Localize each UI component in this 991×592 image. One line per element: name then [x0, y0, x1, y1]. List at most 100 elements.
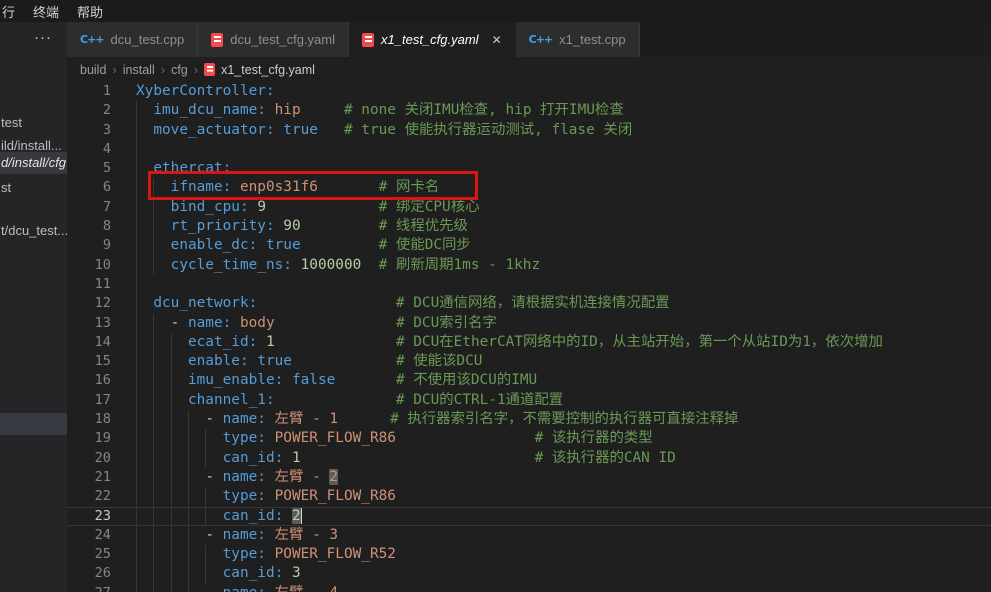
code-editor[interactable]: 1XyberController:2 imu_dcu_name: hip # n…: [67, 82, 991, 592]
code-line[interactable]: 4: [67, 140, 991, 159]
indent-guide: [188, 449, 189, 468]
code-line[interactable]: 6 ifname: enp0s31f6 # 网卡名: [67, 178, 991, 197]
code-line[interactable]: 3 move_actuator: true # true 使能执行器运动测试, …: [67, 121, 991, 140]
indent-guide: [136, 391, 137, 410]
indent-guide: [171, 564, 172, 583]
code-line[interactable]: 16 imu_enable: false # 不使用该DCU的IMU: [67, 371, 991, 390]
indent-guide: [153, 526, 154, 545]
indent-guide: [171, 545, 172, 564]
code-line[interactable]: 1XyberController:: [67, 82, 991, 101]
line-number: 8: [67, 217, 111, 236]
line-number: 13: [67, 314, 111, 333]
code-line[interactable]: 19 type: POWER_FLOW_R86 # 该执行器的类型: [67, 429, 991, 448]
breadcrumb-part[interactable]: build: [80, 63, 106, 77]
indent-guide: [205, 545, 206, 564]
indent-guide: [136, 429, 137, 448]
line-number: 18: [67, 410, 111, 429]
close-tab-icon[interactable]: ✕: [492, 33, 502, 47]
breadcrumb: build › install › cfg › x1_test_cfg.yaml: [67, 57, 991, 82]
indent-guide: [205, 487, 206, 506]
sidebar-selected-row[interactable]: [0, 413, 67, 435]
code-line[interactable]: 27 - name: 左臂 - 4: [67, 584, 991, 592]
indent-guide: [153, 198, 154, 217]
indent-guide: [136, 101, 137, 120]
menu-item-help[interactable]: 帮助: [68, 2, 112, 21]
line-number: 15: [67, 352, 111, 371]
sidebar-item[interactable]: test: [0, 112, 67, 134]
line-number: 24: [67, 526, 111, 545]
code-line[interactable]: 9 enable_dc: true # 使能DC同步: [67, 236, 991, 255]
code-line[interactable]: 20 can_id: 1 # 该执行器的CAN ID: [67, 449, 991, 468]
indent-guide: [153, 236, 154, 255]
indent-guide: [171, 507, 172, 526]
more-actions-button[interactable]: ···: [34, 30, 52, 46]
code-line[interactable]: 13 - name: body # DCU索引名字: [67, 314, 991, 333]
tab-label: dcu_test_cfg.yaml: [230, 32, 335, 47]
menu-bar: 行 终端 帮助: [0, 0, 991, 22]
code-line[interactable]: 22 type: POWER_FLOW_R86: [67, 487, 991, 506]
indent-guide: [136, 564, 137, 583]
code-line[interactable]: 15 enable: true # 使能该DCU: [67, 352, 991, 371]
indent-guide: [171, 468, 172, 487]
sidebar-item[interactable]: st: [0, 177, 67, 199]
code-line[interactable]: 10 cycle_time_ns: 1000000 # 刷新周期1ms - 1k…: [67, 256, 991, 275]
indent-guide: [188, 584, 189, 592]
code-line[interactable]: 11: [67, 275, 991, 294]
indent-guide: [153, 487, 154, 506]
breadcrumb-file[interactable]: x1_test_cfg.yaml: [221, 63, 315, 77]
line-number: 23: [67, 507, 111, 526]
vscode-window: { "menu": { "items": ["行", "终端", "帮助"] }…: [0, 0, 991, 592]
tab-x1-test-cfg-yaml[interactable]: x1_test_cfg.yaml ✕: [349, 22, 516, 57]
indent-guide: [153, 352, 154, 371]
chevron-right-icon: ›: [161, 62, 165, 77]
indent-guide: [188, 487, 189, 506]
code-line[interactable]: 17 channel_1: # DCU的CTRL-1通道配置: [67, 391, 991, 410]
yaml-file-icon: [211, 33, 223, 47]
indent-guide: [136, 121, 137, 140]
line-number: 4: [67, 140, 111, 159]
code-line[interactable]: 12 dcu_network: # DCU通信网络，请根据实机连接情况配置: [67, 294, 991, 313]
code-line[interactable]: 26 can_id: 3: [67, 564, 991, 583]
indent-guide: [153, 314, 154, 333]
line-number: 21: [67, 468, 111, 487]
code-line[interactable]: 25 type: POWER_FLOW_R52: [67, 545, 991, 564]
indent-guide: [153, 333, 154, 352]
indent-guide: [136, 294, 137, 313]
code-line[interactable]: 14 ecat_id: 1 # DCU在EtherCAT网络中的ID，从主站开始…: [67, 333, 991, 352]
line-number: 22: [67, 487, 111, 506]
chevron-right-icon: ›: [112, 62, 116, 77]
line-number: 9: [67, 236, 111, 255]
sidebar-item-selected[interactable]: d/install/cfg: [0, 152, 67, 174]
line-number: 26: [67, 564, 111, 583]
menu-item-run[interactable]: 行: [0, 2, 24, 21]
indent-guide: [136, 526, 137, 545]
sidebar-item[interactable]: t/dcu_test...: [0, 220, 67, 242]
code-line[interactable]: 7 bind_cpu: 9 # 绑定CPU核心: [67, 198, 991, 217]
line-number: 1: [67, 82, 111, 101]
indent-guide: [136, 584, 137, 592]
code-line[interactable]: 2 imu_dcu_name: hip # none 关闭IMU检查, hip …: [67, 101, 991, 120]
line-number: 17: [67, 391, 111, 410]
indent-guide: [153, 545, 154, 564]
indent-guide: [153, 564, 154, 583]
code-line[interactable]: 8 rt_priority: 90 # 线程优先级: [67, 217, 991, 236]
code-line[interactable]: 21 - name: 左臂 - 2: [67, 468, 991, 487]
indent-guide: [136, 236, 137, 255]
line-number: 14: [67, 333, 111, 352]
indent-guide: [153, 584, 154, 592]
tab-label: dcu_test.cpp: [111, 32, 185, 47]
tab-x1-test-cpp[interactable]: C++ x1_test.cpp: [516, 22, 640, 57]
code-line[interactable]: 5 ethercat:: [67, 159, 991, 178]
tab-dcu-test-cfg-yaml[interactable]: dcu_test_cfg.yaml: [198, 22, 349, 57]
cpp-file-icon: C++: [80, 33, 104, 46]
line-number: 12: [67, 294, 111, 313]
indent-guide: [136, 159, 137, 178]
code-line[interactable]: 23 can_id: 2: [67, 507, 991, 526]
tab-dcu-test-cpp[interactable]: C++ dcu_test.cpp: [67, 22, 198, 57]
breadcrumb-part[interactable]: cfg: [171, 63, 188, 77]
code-line[interactable]: 24 - name: 左臂 - 3: [67, 526, 991, 545]
code-line[interactable]: 18 - name: 左臂 - 1 # 执行器索引名字，不需要控制的执行器可直接…: [67, 410, 991, 429]
breadcrumb-part[interactable]: install: [123, 63, 155, 77]
menu-item-terminal[interactable]: 终端: [24, 2, 68, 21]
indent-guide: [153, 371, 154, 390]
